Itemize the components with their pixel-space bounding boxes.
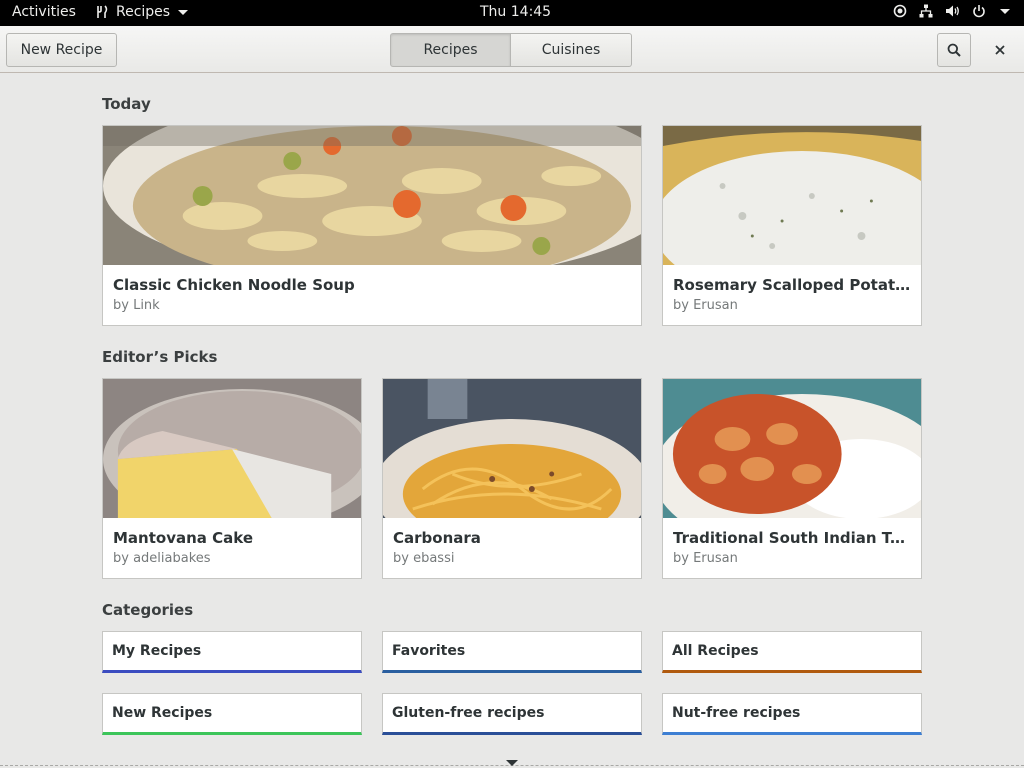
chicken-noodle-soup-photo [103, 126, 641, 265]
carbonara-photo [383, 379, 641, 518]
chevron-down-icon [1000, 8, 1010, 14]
search-icon [947, 43, 961, 57]
recipes-app-icon [97, 5, 108, 18]
recipe-card[interactable]: Mantovana Cake by adeliabakes [102, 378, 362, 579]
power-icon [973, 5, 985, 18]
scalloped-potatoes-photo [663, 126, 921, 265]
category-nut-free[interactable]: Nut-free recipes [662, 693, 922, 735]
scroll-down-icon[interactable] [506, 760, 518, 766]
network-icon [919, 4, 933, 18]
recipe-title: Carbonara [393, 529, 481, 547]
category-new-recipes[interactable]: New Recipes [102, 693, 362, 735]
new-recipe-button[interactable]: New Recipe [6, 33, 117, 67]
recipe-title: Mantovana Cake [113, 529, 254, 547]
section-title-categories: Categories [102, 601, 194, 619]
tab-cuisines[interactable]: Cuisines [511, 33, 632, 67]
app-menu-label: Recipes [116, 4, 171, 20]
app-menu[interactable]: Recipes [96, 4, 189, 20]
recipe-author: by Erusan [673, 298, 738, 313]
search-button[interactable] [937, 33, 971, 67]
view-switcher: Recipes Cuisines [390, 33, 632, 67]
category-favorites[interactable]: Favorites [382, 631, 642, 673]
recipe-author: by ebassi [393, 551, 455, 566]
recipe-title: Classic Chicken Noodle Soup [113, 276, 355, 294]
recipe-card[interactable]: Carbonara by ebassi [382, 378, 642, 579]
recipe-author: by Erusan [673, 551, 738, 566]
location-icon [893, 4, 907, 18]
cake-photo [103, 379, 361, 518]
activities-button[interactable]: Activities [12, 4, 76, 20]
recipe-title: Rosemary Scalloped Potatoes [673, 276, 911, 294]
recipe-card[interactable]: Classic Chicken Noodle Soup by Link [102, 125, 642, 326]
system-status-area[interactable] [893, 4, 1010, 18]
category-gluten-free[interactable]: Gluten-free recipes [382, 693, 642, 735]
curry-rice-photo [663, 379, 921, 518]
recipe-author: by Link [113, 298, 160, 313]
volume-icon [946, 5, 959, 17]
chevron-down-icon [178, 9, 189, 15]
close-icon [995, 45, 1005, 55]
category-my-recipes[interactable]: My Recipes [102, 631, 362, 673]
top-bar: Activities Recipes Thu 14:45 [0, 0, 1024, 26]
section-title-editors-picks: Editor’s Picks [102, 348, 218, 366]
category-all-recipes[interactable]: All Recipes [662, 631, 922, 673]
recipe-card[interactable]: Rosemary Scalloped Potatoes by Erusan [662, 125, 922, 326]
header-bar: New Recipe Recipes Cuisines [0, 26, 1024, 73]
recipe-card[interactable]: Traditional South Indian Tomat… by Erusa… [662, 378, 922, 579]
section-title-today: Today [102, 95, 151, 113]
recipe-author: by adeliabakes [113, 551, 211, 566]
clock[interactable]: Thu 14:45 [480, 4, 551, 20]
close-button[interactable] [985, 33, 1015, 67]
recipe-title: Traditional South Indian Tomat… [673, 529, 911, 547]
tab-recipes[interactable]: Recipes [390, 33, 511, 67]
